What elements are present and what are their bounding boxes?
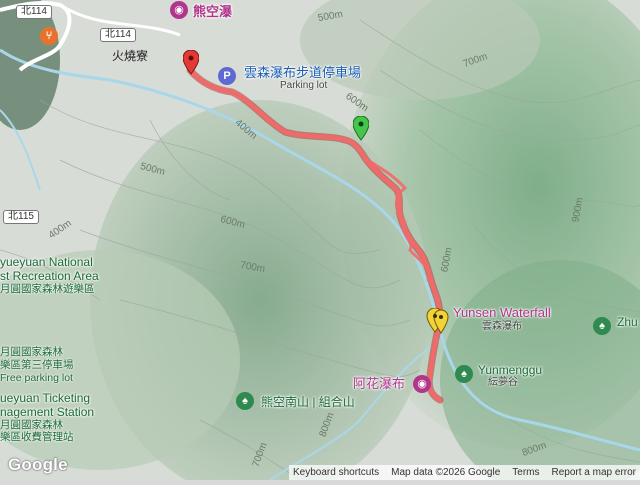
- map-canvas[interactable]: P ⑂ ◉ ◉ ♠ ♠ ♠ 北114 北114 北115 火燒寮 熊空瀑 雲森瀑…: [0, 0, 640, 485]
- poi-label[interactable]: 熊空瀑: [193, 5, 232, 18]
- camera-icon[interactable]: ◉: [170, 1, 188, 19]
- poi-label[interactable]: Yunsen Waterfall: [453, 306, 551, 319]
- poi-label[interactable]: 雲森瀑布步道停車場: [244, 66, 361, 79]
- poi-label[interactable]: 熊空南山 | 組合山: [261, 396, 355, 408]
- poi-sublabel: 雲森瀑布: [482, 321, 522, 332]
- park-icon[interactable]: ♠: [236, 392, 254, 410]
- area-label: 月圓國家森林遊樂區: [0, 283, 95, 295]
- park-icon[interactable]: ♠: [455, 365, 473, 383]
- poi-label[interactable]: Zhu: [617, 316, 638, 328]
- poi-sublabel: Parking lot: [280, 80, 328, 91]
- map-data-label: Map data ©2026 Google: [391, 467, 501, 478]
- area-label: nagement Station: [0, 405, 95, 419]
- red-pin-icon[interactable]: [183, 50, 199, 78]
- road-shield: 北115: [3, 210, 39, 224]
- parking-icon[interactable]: P: [218, 67, 236, 85]
- terms-link[interactable]: Terms: [512, 467, 539, 478]
- area-label: ueyuan Ticketing: [0, 391, 91, 405]
- place-label: 火燒寮: [112, 49, 149, 63]
- area-label: yueyuan National: [0, 255, 93, 269]
- area-label: st Recreation Area: [0, 269, 99, 283]
- report-map-error-link[interactable]: Report a map error: [552, 467, 636, 478]
- road-shield: 北114: [100, 28, 136, 42]
- keyboard-shortcuts-link[interactable]: Keyboard shortcuts: [293, 467, 379, 478]
- park-icon[interactable]: ♠: [593, 317, 611, 335]
- poi-label[interactable]: 阿花瀑布: [353, 377, 405, 390]
- restaurant-icon[interactable]: ⑂: [40, 27, 58, 45]
- green-pin-icon[interactable]: [353, 116, 369, 144]
- google-logo: Google: [8, 455, 68, 474]
- area-label: 月圓國家森林: [0, 419, 63, 431]
- poi-sublabel: 紜夢谷: [488, 377, 518, 388]
- attribution-bar: Keyboard shortcuts Map data ©2026 Google…: [288, 465, 640, 480]
- area-label: 月圓國家森林: [0, 346, 63, 358]
- area-label: 樂區收費管理站: [0, 431, 74, 443]
- area-label: 樂區第三停車場: [0, 359, 74, 371]
- road-shield: 北114: [16, 5, 52, 19]
- area-label: Free parking lot: [0, 372, 73, 384]
- camera-icon[interactable]: ◉: [413, 375, 431, 393]
- poi-label[interactable]: Yunmenggu: [478, 364, 542, 376]
- yellow-pin-icon[interactable]: [426, 308, 450, 338]
